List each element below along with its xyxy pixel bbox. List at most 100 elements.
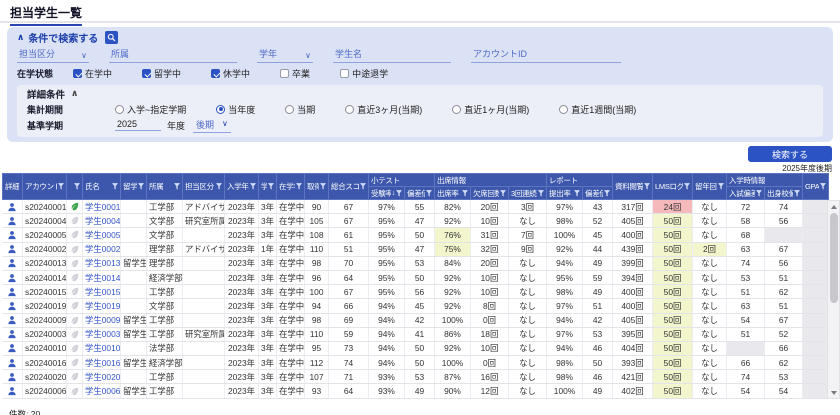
period-radio-3[interactable]: 当期 [285, 103, 315, 116]
filter-funnel-icon[interactable] [644, 183, 650, 190]
col-header-charge[interactable]: 担当区分 [183, 174, 225, 200]
student-detail-icon[interactable] [5, 315, 21, 325]
col-header-school_dev[interactable]: 出身校偏差 [765, 187, 803, 200]
student-detail-icon[interactable] [5, 273, 21, 283]
period-radio-2[interactable]: 当年度 [216, 103, 255, 116]
col-header-att_rate[interactable]: 出席率 [435, 187, 471, 200]
col-header-absence[interactable]: 欠席回数 [471, 187, 509, 200]
collapse-chevron-icon[interactable]: ∧ [17, 33, 24, 42]
student-name-link[interactable]: 学生0001 [85, 202, 120, 212]
col-header-rep_dev[interactable]: 偏差値 [583, 187, 613, 200]
student-detail-icon[interactable] [5, 301, 21, 311]
filter-funnel-icon[interactable] [216, 183, 222, 190]
filter-funnel-icon[interactable] [74, 183, 80, 190]
status-checkbox-4[interactable]: 卒業 [280, 67, 310, 80]
filter-funnel-icon[interactable] [174, 183, 180, 190]
sort-desc-icon[interactable]: ↓ [392, 190, 395, 197]
search-submit-button[interactable]: 検索する [748, 146, 832, 162]
col-header-grade[interactable]: 学年 [259, 174, 277, 200]
period-radio-1[interactable]: 入学~指定学期 [115, 103, 186, 116]
filter-funnel-icon[interactable] [604, 190, 610, 197]
filter-funnel-icon[interactable] [718, 183, 724, 190]
student-detail-icon[interactable] [5, 329, 21, 339]
student-detail-icon[interactable] [5, 343, 21, 353]
col-header-status[interactable]: 在学状 [277, 174, 305, 200]
col-header-views[interactable]: 資料閲覧回数 [613, 174, 653, 200]
filter-funnel-icon[interactable] [112, 183, 118, 190]
col-header-abroad[interactable]: 留学 [121, 174, 147, 200]
student-name-link[interactable]: 学生0016 [85, 358, 120, 368]
col-header-detail[interactable]: 詳細 [3, 174, 23, 200]
col-header-repeat_count[interactable]: 留年回数 [693, 174, 727, 200]
student-name-link[interactable]: 学生0014 [85, 273, 120, 283]
student-name-link[interactable]: 学生0005 [85, 230, 120, 240]
student-detail-icon[interactable] [5, 287, 21, 297]
student-detail-icon[interactable] [5, 202, 21, 212]
student-name-link[interactable]: 学生0019 [85, 301, 120, 311]
student-detail-icon[interactable] [5, 230, 21, 240]
student-name-link[interactable]: 学生0020 [85, 372, 120, 382]
search-field-5[interactable]: アカウントID [471, 47, 621, 63]
filter-funnel-icon[interactable] [684, 183, 690, 190]
filter-funnel-icon[interactable] [268, 183, 274, 190]
scrollbar-thumb[interactable] [830, 213, 838, 303]
col-header-score[interactable]: 総合スコア [329, 174, 369, 200]
student-name-link[interactable]: 学生0015 [85, 287, 120, 297]
search-field-1[interactable]: 担当区分∨ [17, 47, 89, 63]
period-radio-5[interactable]: 直近1ヶ月(当期) [452, 103, 529, 116]
col-header-exam_dev[interactable]: 入試偏差値 [727, 187, 765, 200]
vertical-scrollbar[interactable] [827, 200, 840, 399]
col-header-leaf[interactable] [67, 174, 83, 200]
student-name-link[interactable]: 学生0002 [85, 244, 120, 254]
status-checkbox-1[interactable]: 在学中 [73, 67, 112, 80]
period-radio-4[interactable]: 直近3ヶ月(当期) [345, 103, 422, 116]
collapse-chevron-icon[interactable]: ∧ [71, 89, 78, 98]
col-header-name[interactable]: 氏名 [83, 174, 121, 200]
student-detail-icon[interactable] [5, 386, 21, 396]
col-header-lms[interactable]: LMSログイン [653, 174, 693, 200]
filter-funnel-icon[interactable] [138, 183, 144, 190]
search-icon-button[interactable] [105, 31, 118, 44]
filter-funnel-icon[interactable] [462, 190, 468, 197]
student-name-link[interactable]: 学生0013 [85, 258, 120, 268]
filter-funnel-icon[interactable] [250, 183, 256, 190]
status-checkbox-5[interactable]: 中途退学 [340, 67, 388, 80]
col-header-gpa[interactable]: GPA [803, 174, 829, 200]
student-detail-icon[interactable] [5, 358, 21, 368]
student-name-link[interactable]: 学生0009 [85, 315, 120, 325]
filter-funnel-icon[interactable] [756, 190, 762, 197]
status-checkbox-2[interactable]: 留学中 [142, 67, 181, 80]
student-name-link[interactable]: 学生0006 [85, 386, 120, 396]
student-name-link[interactable]: 学生0004 [85, 216, 120, 226]
filter-funnel-icon[interactable] [396, 190, 402, 197]
filter-funnel-icon[interactable] [538, 190, 544, 197]
search-field-4[interactable]: 学生名 [333, 47, 451, 63]
base-year-input[interactable] [115, 119, 161, 131]
filter-funnel-icon[interactable] [360, 183, 366, 190]
col-header-dept[interactable]: 所属 [147, 174, 183, 200]
student-detail-icon[interactable] [5, 258, 21, 268]
col-header-consec[interactable]: 3回連続欠 [509, 187, 547, 200]
term-select[interactable]: 後期 ∨ [193, 118, 231, 133]
status-checkbox-3[interactable]: 休学中 [211, 67, 250, 80]
student-detail-icon[interactable] [5, 244, 21, 254]
student-detail-icon[interactable] [5, 372, 21, 382]
student-name-link[interactable]: 学生0010 [85, 343, 120, 353]
filter-funnel-icon[interactable] [574, 190, 580, 197]
col-header-admission[interactable]: 入学年度 [225, 174, 259, 200]
scroll-down-button[interactable] [828, 387, 839, 398]
filter-funnel-icon[interactable] [58, 183, 64, 190]
period-radio-6[interactable]: 直近1週間(当期) [559, 103, 636, 116]
filter-funnel-icon[interactable] [320, 183, 326, 190]
scroll-up-button[interactable] [828, 201, 839, 212]
col-header-quiz_rate[interactable]: 受験率↓ [369, 187, 405, 200]
filter-funnel-icon[interactable] [794, 190, 800, 197]
student-detail-icon[interactable] [5, 216, 21, 226]
filter-funnel-icon[interactable] [820, 183, 826, 190]
search-field-2[interactable]: 所属 [109, 47, 237, 63]
col-header-rep_rate[interactable]: 提出率 [547, 187, 583, 200]
col-header-account[interactable]: アカウント [23, 174, 67, 200]
col-header-credits[interactable]: 取得単 [305, 174, 329, 200]
search-field-3[interactable]: 学年∨ [257, 47, 313, 63]
filter-funnel-icon[interactable] [426, 190, 432, 197]
